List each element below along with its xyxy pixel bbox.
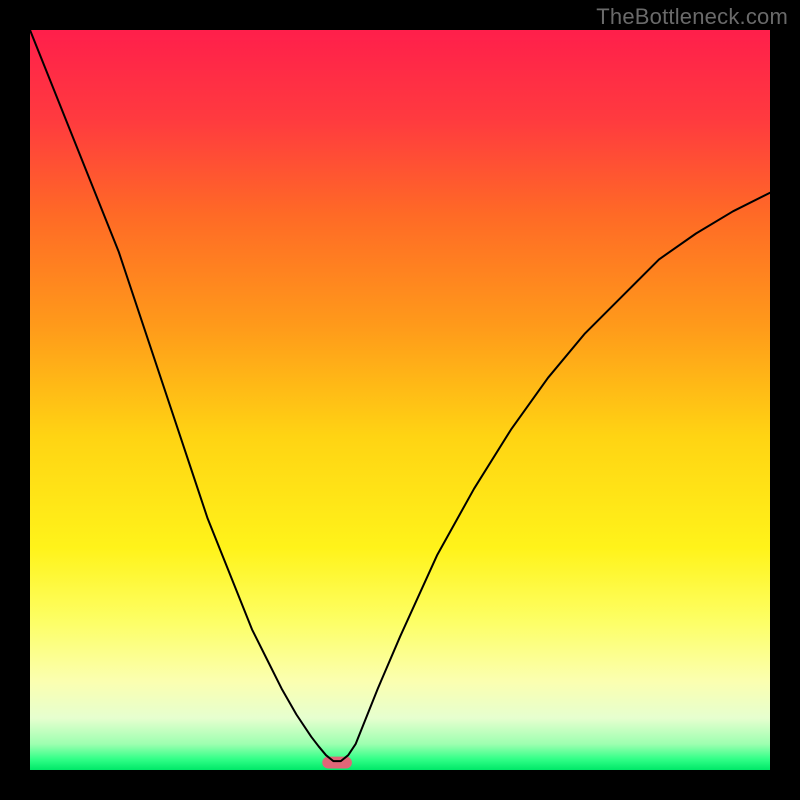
optimal-range-marker (322, 757, 352, 769)
watermark-text: TheBottleneck.com (596, 4, 788, 30)
chart-svg (30, 30, 770, 770)
chart-frame: TheBottleneck.com (0, 0, 800, 800)
plot-area (30, 30, 770, 770)
gradient-background (30, 30, 770, 770)
